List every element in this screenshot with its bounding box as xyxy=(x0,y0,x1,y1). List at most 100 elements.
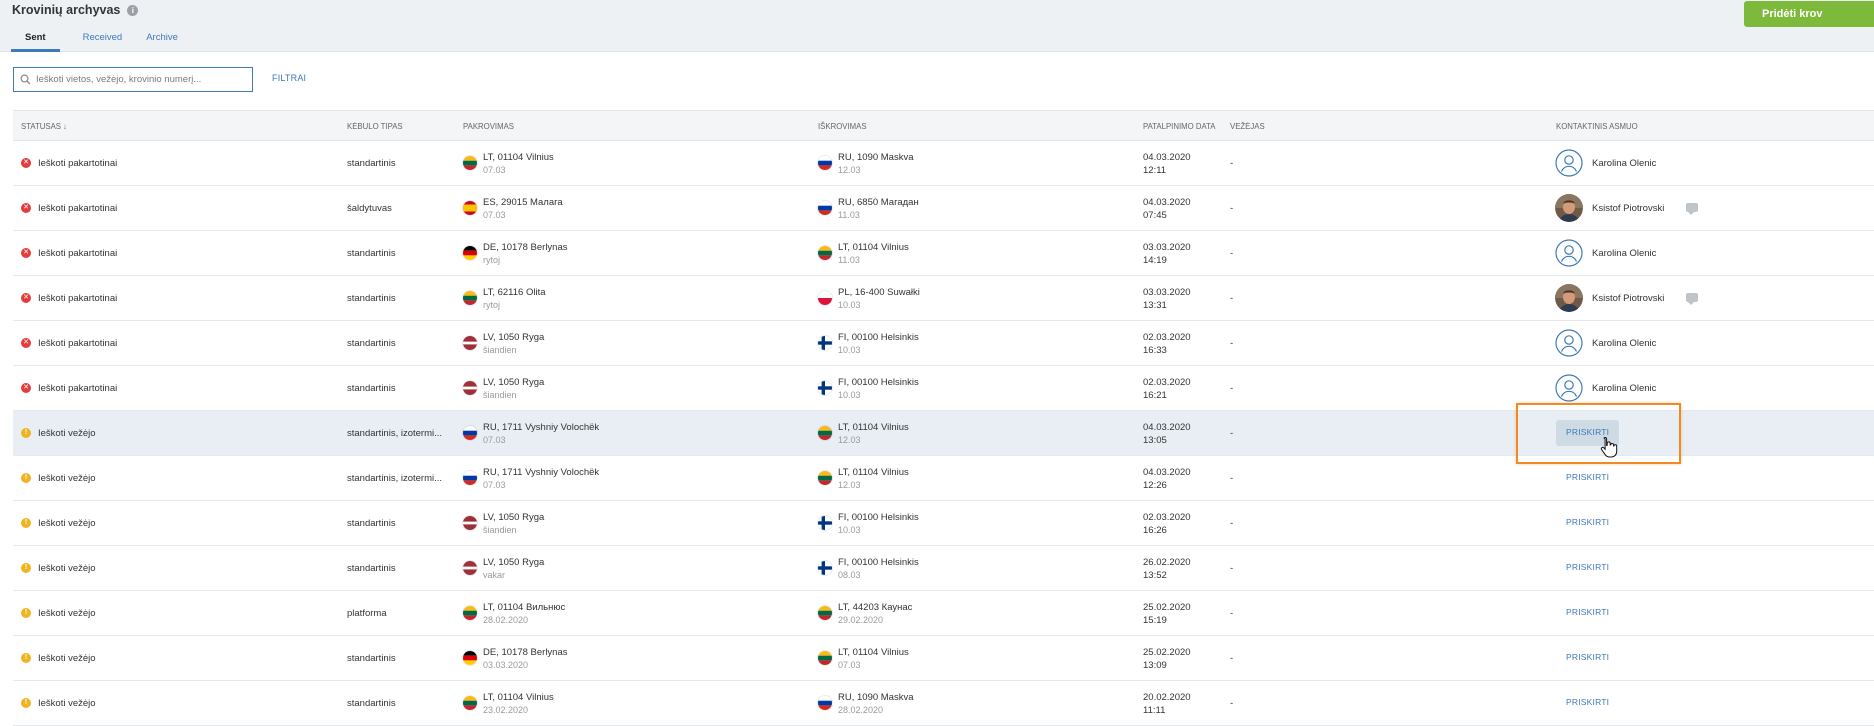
contact-name[interactable]: Karolina Olenic xyxy=(1592,338,1656,349)
tab-bar: Sent Received Archive xyxy=(11,30,202,52)
loading-flag-icon xyxy=(463,696,477,710)
user-avatar-icon[interactable] xyxy=(1555,149,1583,177)
chat-icon[interactable] xyxy=(1686,203,1698,215)
loading-flag-icon xyxy=(463,201,477,215)
carrier-value: - xyxy=(1230,518,1234,529)
unloading-date: 10.03 xyxy=(838,525,861,535)
unloading-location: LT, 01104 Vilnius 11.03 xyxy=(838,241,909,267)
carrier-value: - xyxy=(1230,698,1234,709)
assign-button[interactable]: PRISKIRTI xyxy=(1556,690,1619,716)
contact-name[interactable]: Ksistof Piotrovski xyxy=(1592,293,1664,304)
body-type: standartinis xyxy=(347,248,396,259)
table-row[interactable]: ✕ Ieškoti pakartotinai šaldytuvas ES, 29015… xyxy=(13,186,1874,231)
unloading-date: 12.03 xyxy=(838,435,861,445)
unloading-date: 11.03 xyxy=(838,255,860,265)
unloading-flag-icon xyxy=(818,291,832,305)
loading-place: DE, 10178 Berlynas xyxy=(483,242,568,253)
table-row[interactable]: ! Ieškoti vežėjo standartinis LV, 1050 Ryga… xyxy=(13,501,1874,546)
posted-time: 16:33 xyxy=(1143,345,1167,356)
posted-date: 04.03.2020 xyxy=(1143,197,1191,208)
loading-flag-icon xyxy=(463,606,477,620)
posted-time: 11:11 xyxy=(1143,705,1166,716)
unloading-place: PL, 16-400 Suwałki xyxy=(838,287,920,298)
assign-button[interactable]: PRISKIRTI xyxy=(1556,555,1619,581)
posted-datetime: 26.02.2020 13:52 xyxy=(1143,556,1191,582)
loading-place: LT, 01104 Вильнюс xyxy=(483,602,566,613)
posted-date: 03.03.2020 xyxy=(1143,242,1191,253)
tab-sent[interactable]: Sent xyxy=(11,30,60,52)
contact-name[interactable]: Karolina Olenic xyxy=(1592,248,1656,259)
column-status[interactable]: STATUSAS ↓ xyxy=(21,122,67,131)
table-row[interactable]: ✕ Ieškoti pakartotinai standartinis LV, 105… xyxy=(13,321,1874,366)
loading-place: LV, 1050 Ryga xyxy=(483,557,545,568)
carrier-value: - xyxy=(1230,653,1234,664)
error-status-icon: ✕ xyxy=(21,383,31,393)
unloading-place: LT, 01104 Vilnius xyxy=(838,467,909,478)
search-input[interactable] xyxy=(36,74,246,85)
posted-datetime: 02.03.2020 16:33 xyxy=(1143,331,1191,357)
add-cargo-button[interactable]: Pridėti krov xyxy=(1744,1,1874,27)
table-row[interactable]: ! Ieškoti vežėjo platforma LT, 01104 Вильню… xyxy=(13,591,1874,636)
contact-name[interactable]: Karolina Olenic xyxy=(1592,158,1656,169)
status-text: Ieškoti pakartotinai xyxy=(38,203,118,214)
assign-button[interactable]: PRISKIRTI xyxy=(1556,600,1619,626)
posted-time: 16:21 xyxy=(1143,390,1167,401)
table-row[interactable]: ! Ieškoti vežėjo standartinis LV, 1050 Ryga… xyxy=(13,546,1874,591)
carrier-value: - xyxy=(1230,158,1234,169)
table-row[interactable]: ✕ Ieškoti pakartotinai standartinis LV, 105… xyxy=(13,366,1874,411)
info-icon[interactable]: i xyxy=(127,4,139,16)
carrier-value: - xyxy=(1230,338,1234,349)
search-box[interactable] xyxy=(13,67,253,92)
unloading-flag-icon xyxy=(818,606,832,620)
assign-button[interactable]: PRISKIRTI xyxy=(1556,645,1619,671)
table-row[interactable]: ✕ Ieškoti pakartotinai standartinis LT, 621… xyxy=(13,276,1874,321)
search-icon xyxy=(14,68,36,91)
posted-date: 03.03.2020 xyxy=(1143,287,1191,298)
unloading-flag-icon xyxy=(818,201,832,215)
posted-datetime: 04.03.2020 12:11 xyxy=(1143,151,1191,177)
unloading-date: 11.03 xyxy=(838,210,860,220)
warning-status-icon: ! xyxy=(21,653,31,663)
table-row[interactable]: ! Ieškoti vežėjo standartinis, izotermi...… xyxy=(13,456,1874,501)
status-text: Ieškoti vežėjo xyxy=(38,563,96,574)
posted-time: 13:52 xyxy=(1143,570,1167,581)
unloading-place: FI, 00100 Helsinkis xyxy=(838,332,919,343)
body-type: standartinis, izotermi... xyxy=(347,473,443,484)
loading-flag-icon xyxy=(463,651,477,665)
tab-archive[interactable]: Archive xyxy=(146,30,178,52)
loading-place: RU, 1711 Vyshniy Volochëk xyxy=(483,467,600,478)
user-avatar-icon[interactable] xyxy=(1555,329,1583,357)
loading-date: šiandien xyxy=(483,345,517,355)
contact-name[interactable]: Ksistof Piotrovski xyxy=(1592,203,1664,214)
chat-icon[interactable] xyxy=(1686,293,1698,305)
error-status-icon: ✕ xyxy=(21,158,31,168)
carrier-value: - xyxy=(1230,293,1234,304)
contact-name[interactable]: Karolina Olenic xyxy=(1592,383,1656,394)
table-row[interactable]: ✕ Ieškoti pakartotinai standartinis DE, 101… xyxy=(13,231,1874,276)
loading-location: LV, 1050 Ryga vakar xyxy=(483,556,544,582)
unloading-location: FI, 00100 Helsinkis 10.03 xyxy=(838,511,919,537)
table-body: ✕ Ieškoti pakartotinai standartinis LT, 011… xyxy=(13,141,1874,726)
user-avatar-icon[interactable] xyxy=(1555,239,1583,267)
loading-flag-icon xyxy=(463,561,477,575)
user-avatar-icon[interactable] xyxy=(1555,374,1583,402)
column-unloading: IŠKROVIMAS xyxy=(818,122,867,131)
user-avatar-icon[interactable] xyxy=(1555,194,1583,222)
assign-button[interactable]: PRISKIRTI xyxy=(1556,510,1619,536)
unloading-place: LT, 01104 Vilnius xyxy=(838,647,909,658)
table-row[interactable]: ✕ Ieškoti pakartotinai standartinis LT, 011… xyxy=(13,141,1874,186)
unloading-place: LT, 01104 Vilnius xyxy=(838,422,909,433)
table-row[interactable]: ! Ieškoti vežėjo standartinis, izotermi...… xyxy=(13,411,1874,456)
loading-location: DE, 10178 Berlynas 03.03.2020 xyxy=(483,646,568,672)
user-avatar-icon[interactable] xyxy=(1555,284,1583,312)
posted-date: 25.02.2020 xyxy=(1143,602,1191,613)
tab-received[interactable]: Received xyxy=(83,30,123,52)
filters-link[interactable]: FILTRAI xyxy=(272,73,306,83)
posted-date: 02.03.2020 xyxy=(1143,512,1191,523)
column-loading: PAKROVIMAS xyxy=(463,122,514,131)
unloading-date: 12.03 xyxy=(838,480,861,490)
table-row[interactable]: ! Ieškoti vežėjo standartinis DE, 10178 Ber… xyxy=(13,636,1874,681)
status-text: Ieškoti vežėjo xyxy=(38,698,96,709)
assign-button[interactable]: PRISKIRTI xyxy=(1556,465,1619,491)
table-row[interactable]: ! Ieškoti vežėjo standartinis LT, 01104 Vil… xyxy=(13,681,1874,726)
